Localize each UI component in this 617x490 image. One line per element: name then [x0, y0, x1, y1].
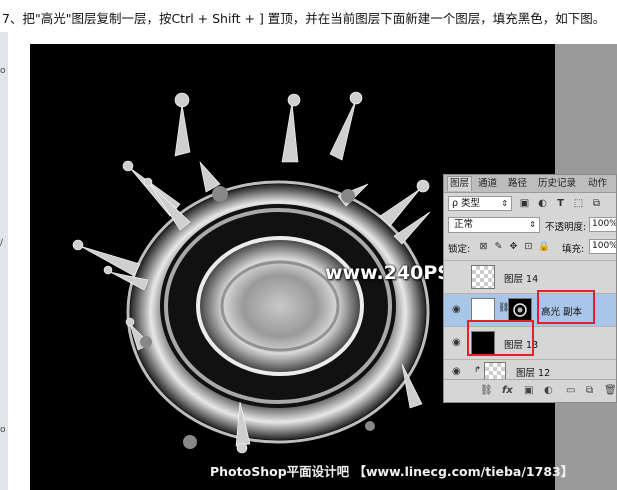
layer-thumbnail — [484, 362, 506, 380]
smart-object-filter-icon[interactable]: ⧉ — [590, 197, 603, 210]
highlight-box-copy-layer — [537, 290, 595, 324]
mask-splash-icon — [513, 303, 527, 317]
clip-arrow-icon: ↱ — [474, 365, 481, 374]
chevron-down-icon: ⇕ — [501, 199, 508, 208]
eye-icon[interactable]: ◉ — [452, 337, 461, 348]
adjustment-layer-icon[interactable]: ◐ — [544, 385, 553, 396]
kind-filter-label: ρ 类型 — [452, 198, 481, 209]
new-group-icon[interactable]: ▭ — [566, 385, 575, 396]
strip-mark: o — [0, 66, 6, 76]
layer-row[interactable]: ◉ 图层 14 — [444, 260, 616, 293]
fill-input[interactable]: 100% — [589, 239, 616, 254]
kind-filter-select[interactable]: ρ 类型 ⇕ — [448, 196, 512, 211]
tab-history[interactable]: 历史记录 — [536, 177, 578, 191]
blend-mode-select[interactable]: 正常 ⇕ — [448, 217, 540, 233]
blend-mode-value: 正常 — [454, 219, 474, 230]
opacity-label: 不透明度: — [545, 222, 587, 233]
layers-panel: 图层 通道 路径 历史记录 动作 ρ 类型 ⇕ ▣ ◐ T ⬚ ⧉ 正常 ⇕ 不… — [443, 174, 617, 403]
left-window-strip: o / o — [0, 32, 8, 490]
lock-position-icon[interactable]: ✥ — [508, 241, 519, 252]
type-filter-icon[interactable]: T — [554, 197, 567, 210]
lock-pixels-icon[interactable]: ✎ — [493, 241, 504, 252]
fill-label: 填充: — [562, 244, 585, 255]
lock-transparency-icon[interactable]: ⊠ — [478, 241, 489, 252]
layer-thumbnail — [471, 298, 495, 322]
adjustment-filter-icon[interactable]: ◐ — [536, 197, 549, 210]
opacity-input[interactable]: 100% — [589, 217, 616, 232]
lock-artboard-icon[interactable]: ⊡ — [523, 241, 534, 252]
footer-credit: PhotoShop平面设计吧 【www.linecg.com/tieba/178… — [210, 464, 574, 479]
image-filter-icon[interactable]: ▣ — [518, 197, 531, 210]
layer-mask-thumbnail — [508, 298, 532, 322]
add-mask-icon[interactable]: ▣ — [524, 385, 533, 396]
eye-icon[interactable]: ◉ — [452, 304, 461, 315]
layer-style-icon[interactable]: fx — [502, 385, 513, 396]
tab-channels[interactable]: 通道 — [476, 177, 499, 191]
instruction-caption: 7、把"高光"图层复制一层，按Ctrl + Shift + ] 置顶，并在当前图… — [2, 11, 606, 26]
shape-filter-icon[interactable]: ⬚ — [572, 197, 585, 210]
panel-tab-bar: 图层 通道 路径 历史记录 动作 — [444, 175, 616, 193]
layer-name: 图层 12 — [516, 368, 551, 379]
lock-all-icon[interactable]: 🔒 — [538, 241, 550, 252]
tab-layers[interactable]: 图层 — [447, 176, 473, 191]
tab-paths[interactable]: 路径 — [506, 177, 529, 191]
tab-actions[interactable]: 动作 — [586, 177, 609, 191]
link-layers-icon[interactable]: ⛓ — [480, 385, 493, 396]
new-layer-icon[interactable]: ⧉ — [586, 385, 593, 396]
highlight-box-new-layer — [467, 320, 534, 356]
chevron-down-icon: ⇕ — [529, 220, 536, 229]
eye-icon[interactable]: ◉ — [452, 366, 461, 377]
layer-visibility-empty[interactable]: ◉ — [452, 271, 461, 282]
layer-name: 图层 14 — [504, 274, 539, 285]
strip-mark: / — [0, 238, 4, 248]
layer-thumbnail — [471, 265, 495, 289]
lock-label: 锁定: — [448, 244, 471, 255]
strip-mark: o — [0, 425, 6, 435]
layer-row[interactable]: ◉ ↱ 图层 12 — [444, 359, 616, 380]
panel-bottom-bar: ⛓ fx ▣ ◐ ▭ ⧉ 🗑 — [444, 379, 616, 402]
delete-layer-icon[interactable]: 🗑 — [604, 385, 616, 396]
